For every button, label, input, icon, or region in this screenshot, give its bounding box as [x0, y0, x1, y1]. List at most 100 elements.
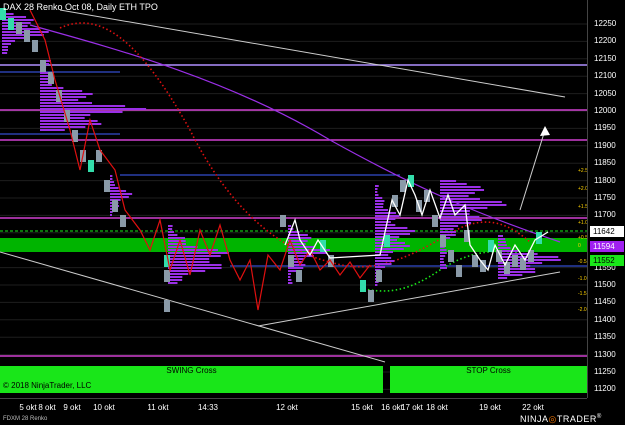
time-tick-label: 15 okt	[351, 403, 373, 412]
tpo-bar	[2, 19, 34, 21]
tpo-bar	[2, 40, 16, 42]
tpo-bar	[440, 222, 472, 224]
tpo-bar	[440, 228, 454, 230]
tpo-bar	[498, 247, 511, 249]
tpo-bar	[375, 218, 396, 220]
logo-text-ninja: NINJA	[520, 414, 549, 424]
tpo-bar	[168, 273, 189, 275]
tpo-bar	[375, 209, 389, 211]
renko-brick-down	[440, 235, 446, 247]
renko-brick-down	[512, 255, 518, 267]
tpo-bar	[2, 25, 28, 27]
tpo-bar	[375, 263, 392, 265]
price-axis[interactable]: 12250 12200 12150 12100 12050 12000 11950 11900…	[587, 0, 625, 398]
tpo-bar	[168, 237, 186, 239]
price-tick-label: 11950	[594, 123, 616, 133]
time-tick-label: 10 okt	[93, 403, 115, 412]
tpo-bar	[40, 81, 49, 83]
tpo-bar	[375, 200, 385, 202]
tpo-bar	[375, 230, 415, 232]
renko-brick-down	[32, 40, 38, 52]
price-tick-label: 12100	[594, 71, 617, 81]
price-tick-label: 11450	[594, 297, 616, 307]
price-tick-label: 12250	[594, 19, 617, 28]
tpo-bar	[440, 249, 447, 251]
tpo-bar	[40, 111, 123, 113]
renko-brick-down	[40, 60, 46, 72]
tpo-bar	[40, 129, 65, 131]
chart-grid	[0, 23, 587, 390]
tpo-bar	[375, 266, 386, 268]
tpo-bar	[375, 188, 378, 190]
tpo-bar	[375, 224, 396, 226]
price-tick-label: 11700	[594, 210, 616, 220]
price-tick-label: 11900	[594, 140, 616, 150]
price-tick-label: 11350	[594, 332, 616, 342]
tpo-bar	[440, 180, 457, 182]
tpo-bar	[440, 258, 444, 260]
price-tick-label: 12000	[594, 106, 617, 115]
time-tick-label: 22 okt	[522, 403, 544, 412]
tpo-bar	[498, 235, 504, 237]
time-tick-label: 8 okt	[38, 403, 56, 412]
time-tick-label: 9 okt	[63, 403, 81, 412]
renko-brick-down	[16, 22, 22, 34]
tpo-bar	[288, 267, 304, 269]
tpo-bar	[288, 225, 292, 227]
time-tick-label: 5 okt	[19, 403, 37, 412]
tpo-bar	[288, 273, 292, 275]
tpo-bar	[110, 196, 129, 198]
tpo-bar	[40, 102, 93, 104]
price-tick-label: 11300	[594, 349, 616, 359]
renko-brick-down	[104, 180, 110, 192]
tpo-bar	[440, 225, 459, 227]
tpo-bar	[498, 241, 506, 243]
tpo-bar	[110, 175, 113, 177]
copyright-text: © 2018 NinjaTrader, LLC	[3, 381, 92, 390]
tpo-bar	[288, 270, 297, 272]
tpo-bar	[40, 87, 64, 89]
tpo-bar	[40, 105, 126, 107]
price-chart-plot[interactable]	[0, 0, 587, 398]
tpo-bar	[110, 190, 127, 192]
renko-brick-down	[164, 270, 170, 282]
tpo-bar	[375, 185, 379, 187]
logo-swirl-icon: ◎	[548, 414, 557, 424]
price-tick-label: 11800	[594, 175, 616, 185]
tpo-bar	[288, 282, 293, 284]
tpo-bar	[168, 240, 186, 242]
time-axis[interactable]: 5 okt 8 okt 9 okt 10 okt 11 okt 14:33 12 okt 15…	[0, 398, 587, 415]
std-level-label: -0.5	[578, 259, 587, 265]
tpo-bar	[40, 72, 49, 74]
tpo-bar	[40, 96, 87, 98]
tpo-bar	[110, 187, 119, 189]
price-tick-label: 12150	[594, 53, 617, 63]
renko-brick-down	[288, 255, 294, 267]
tpo-bar	[168, 279, 183, 281]
price-tick-label: 11750	[594, 193, 616, 202]
tpo-bar	[440, 186, 481, 188]
tpo-bar	[375, 221, 391, 223]
std-level-label: -2.0	[578, 307, 587, 313]
red-dotted-curve	[59, 22, 531, 268]
tpo-bar	[498, 271, 536, 273]
price-tick-label: 11400	[594, 314, 616, 324]
tpo-bar	[440, 204, 507, 206]
chart-title: DAX 28 Renko Oct 08, Daily ETH TPO	[3, 2, 158, 12]
renko-brick-down	[368, 290, 374, 302]
renko-brick-down	[448, 250, 454, 262]
tpo-bar	[375, 212, 396, 214]
white-zigzag-line	[284, 178, 549, 272]
tpo-bar	[375, 284, 378, 286]
time-tick-label: 12 okt	[276, 403, 298, 412]
tpo-bar	[40, 93, 93, 95]
tpo-bar	[440, 261, 445, 263]
renko-brick-up	[360, 280, 366, 292]
tpo-bar	[440, 192, 475, 194]
time-tick-label: 11 okt	[147, 403, 169, 412]
tpo-bar	[168, 282, 178, 284]
logo-text-trader: TRADER	[556, 414, 597, 424]
std-level-label: 0	[578, 243, 581, 249]
tpo-bar	[440, 216, 480, 218]
tpo-bar	[440, 219, 482, 221]
